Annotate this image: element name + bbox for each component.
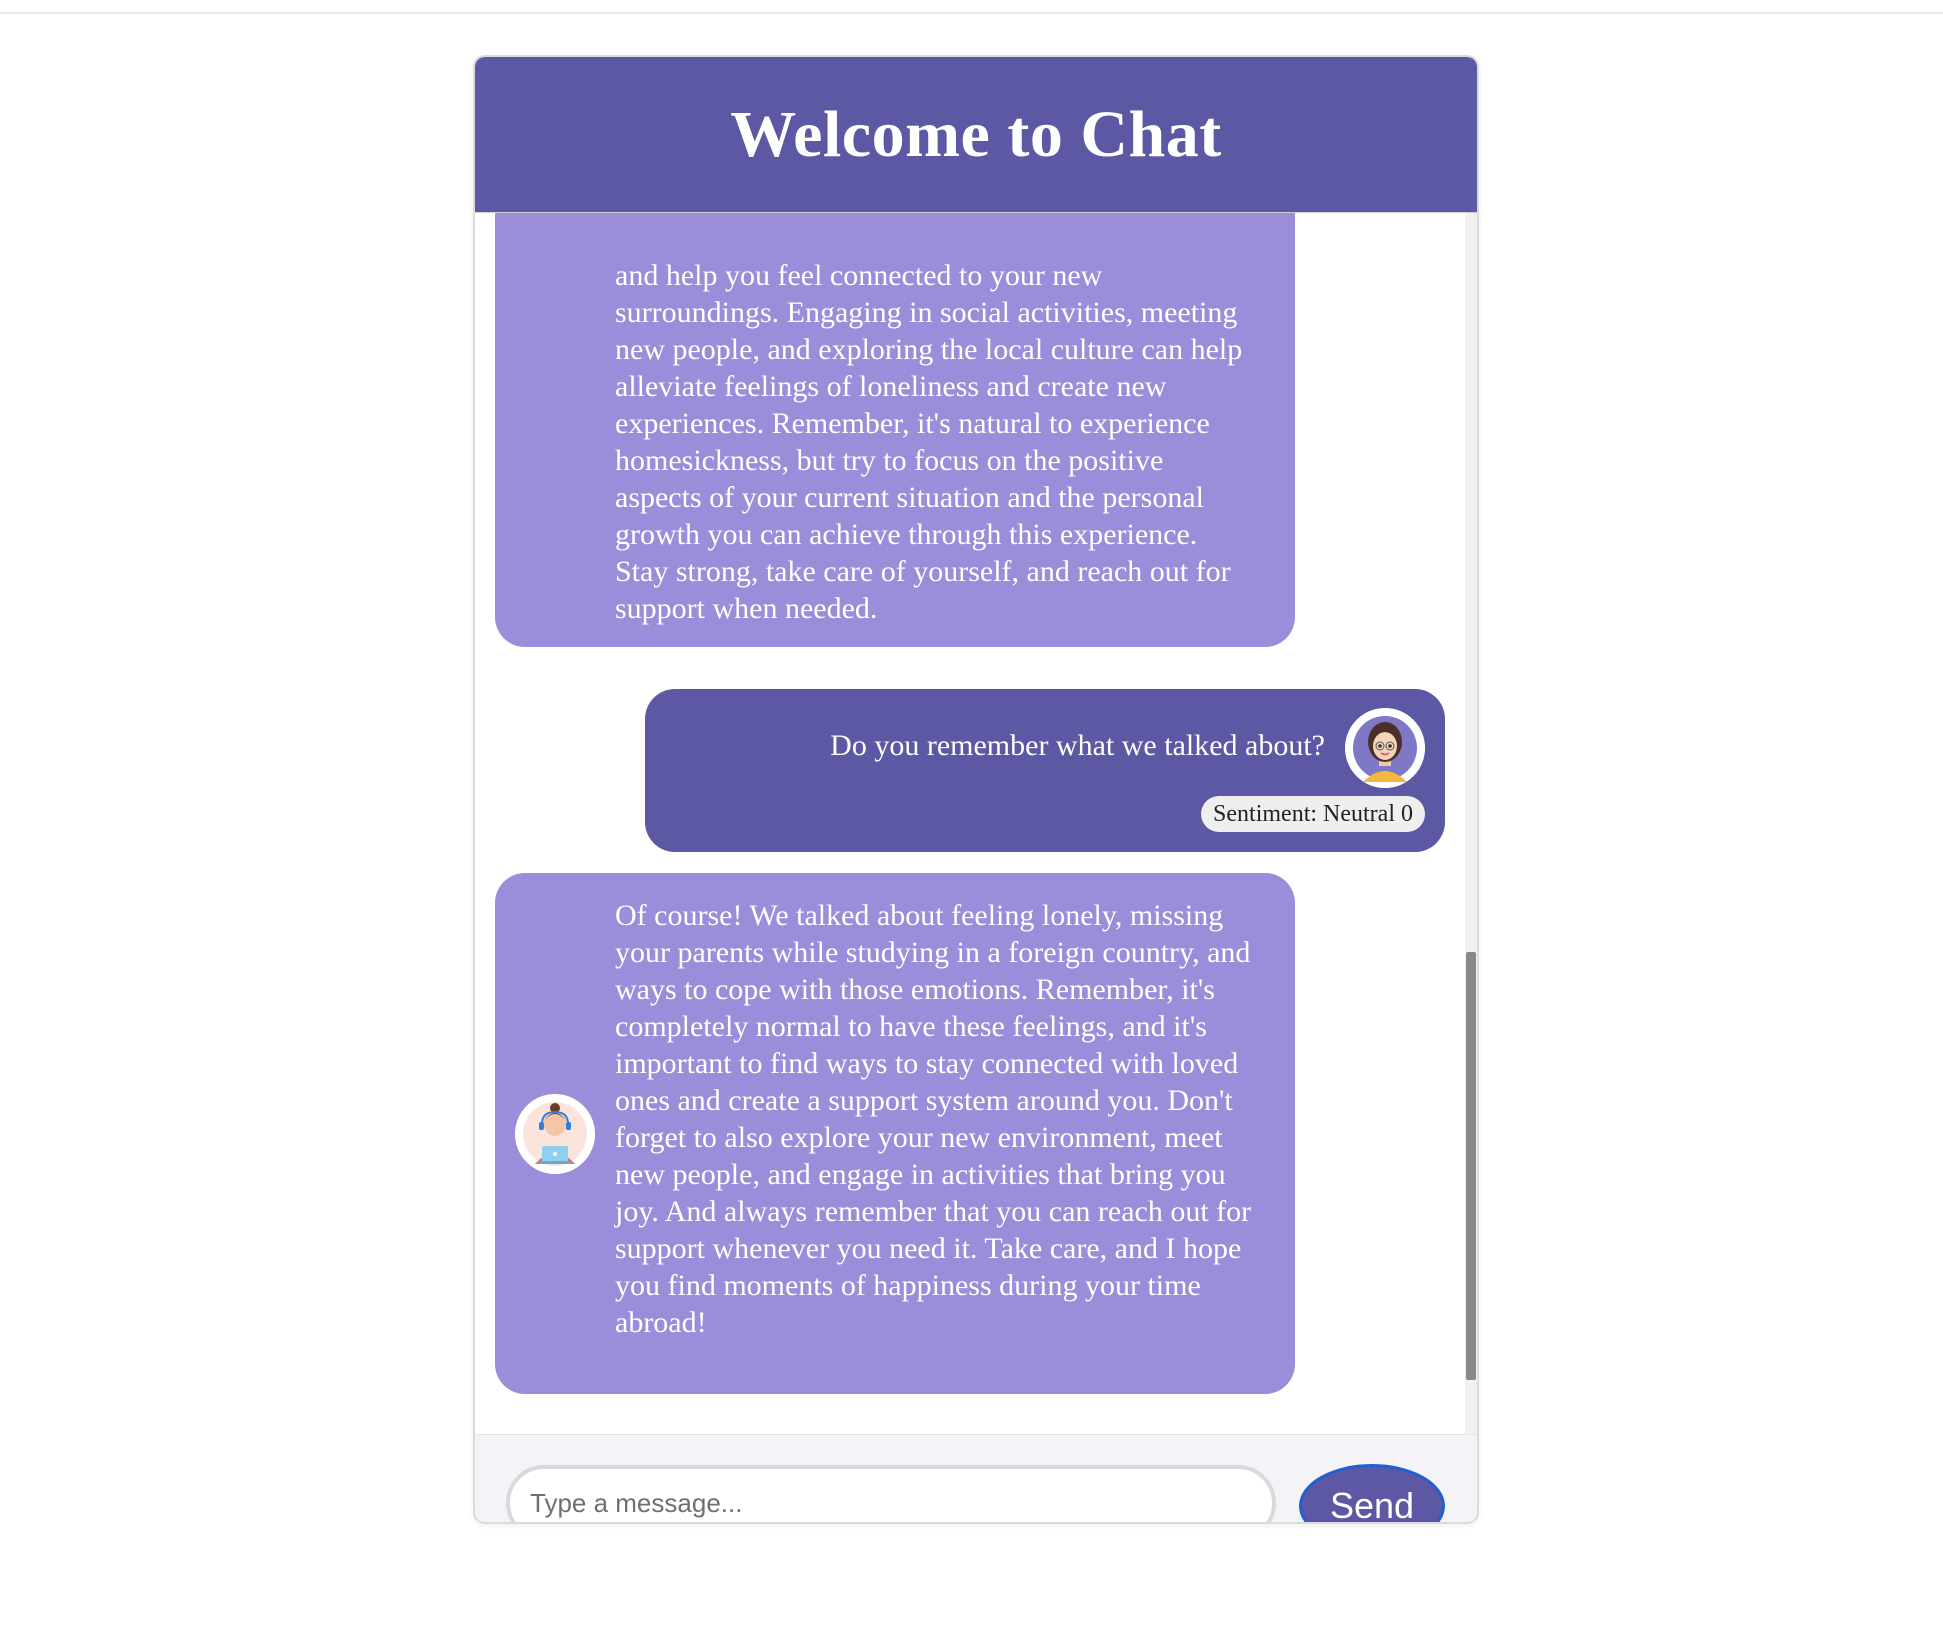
bot-avatar-icon <box>515 1094 595 1174</box>
top-divider <box>0 12 1943 14</box>
bot-message: and help you feel connected to your new … <box>495 212 1295 647</box>
chat-window: Welcome to Chat and help you feel connec… <box>473 55 1479 1524</box>
scrollbar-thumb[interactable] <box>1466 952 1476 1380</box>
user-message: Do you remember what we talked about? Se… <box>645 689 1445 852</box>
user-avatar-icon <box>1345 708 1425 788</box>
message-text: and help you feel connected to your new … <box>615 259 1243 625</box>
scrollbar-track[interactable] <box>1465 212 1477 1434</box>
page-title: Welcome to Chat <box>730 97 1222 171</box>
message-input[interactable] <box>506 1465 1276 1522</box>
send-button[interactable]: Send <box>1299 1464 1445 1522</box>
composer: Send <box>475 1434 1477 1522</box>
chat-header: Welcome to Chat <box>475 57 1477 213</box>
message-list[interactable]: and help you feel connected to your new … <box>475 212 1477 1434</box>
bot-message: Of course! We talked about feeling lonel… <box>495 873 1295 1394</box>
message-text: Of course! We talked about feeling lonel… <box>615 899 1252 1339</box>
message-text: Do you remember what we talked about? <box>830 729 1325 762</box>
sentiment-badge: Sentiment: Neutral 0 <box>1201 796 1425 832</box>
